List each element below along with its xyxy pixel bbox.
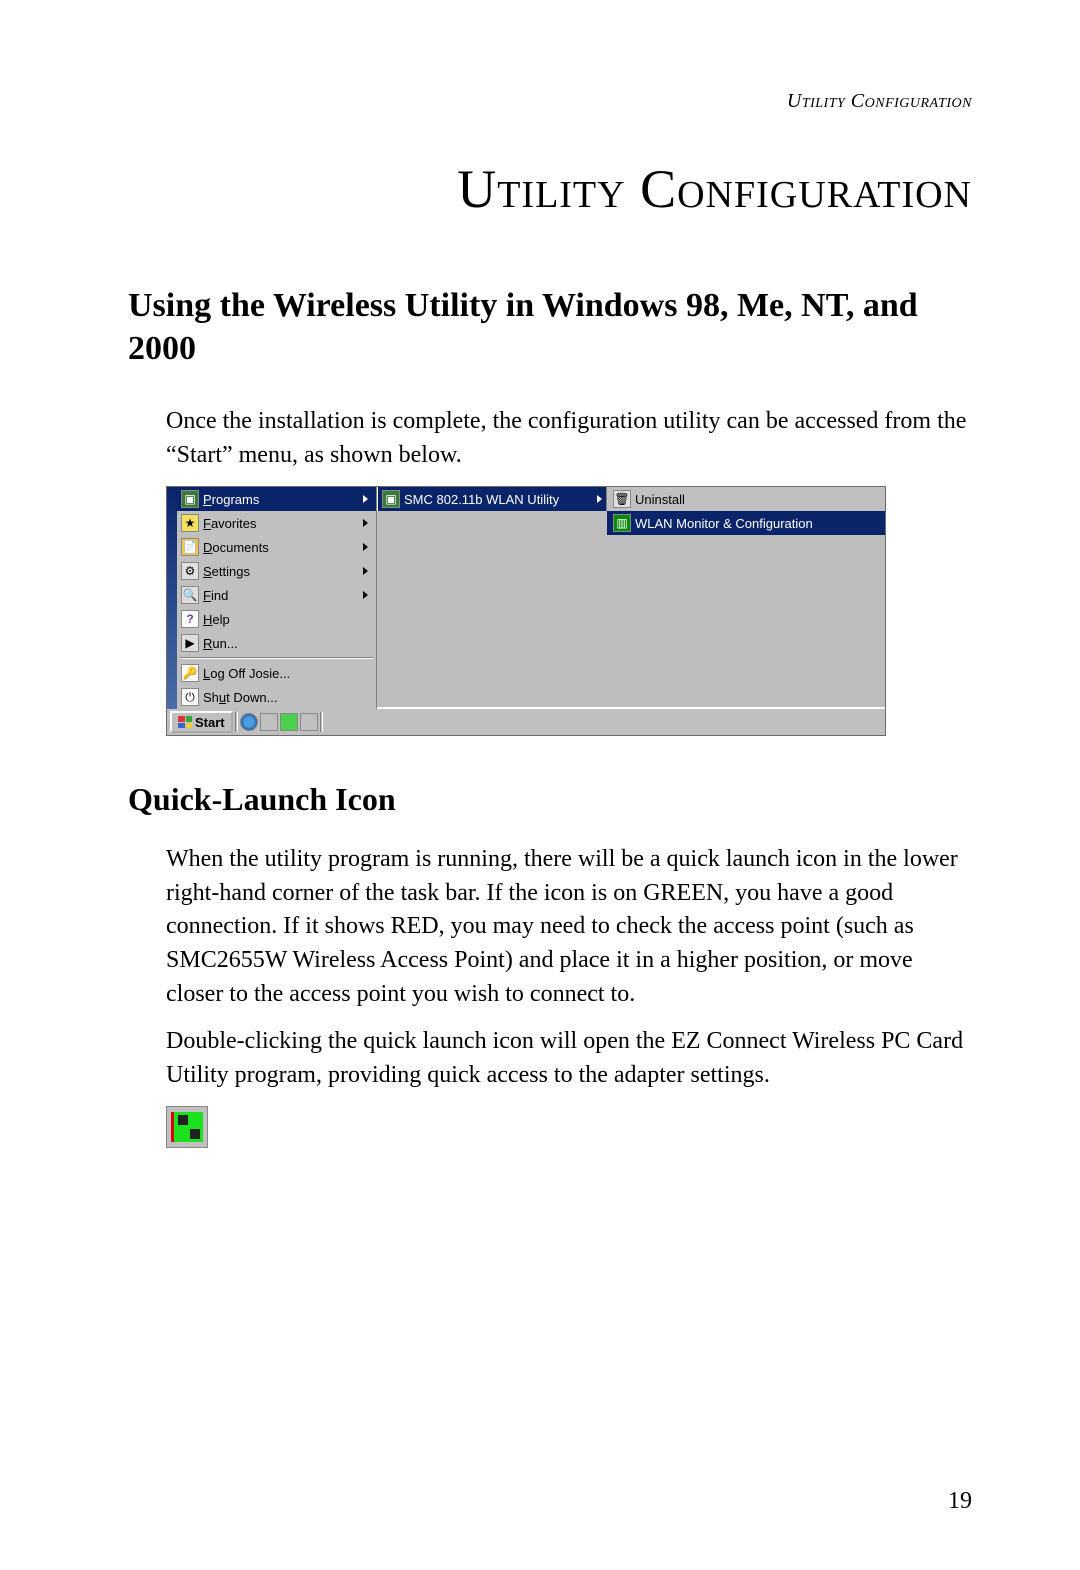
windows-flag-icon [178,716,192,728]
chevron-right-icon [363,495,368,503]
quicklaunch-desktop-icon[interactable] [260,713,278,731]
chevron-right-icon [363,567,368,575]
find-icon: 🔍 [181,586,199,604]
quicklaunch-volume-icon[interactable] [300,713,318,731]
documents-icon: 📄 [181,538,199,556]
start-button[interactable]: Start [170,711,233,733]
programs-submenu: ▣ SMC 802.11b WLAN Utility [377,487,607,511]
utility-submenu: 🗑 Uninstall ▥ WLAN Monitor & Configurati… [607,487,885,535]
label: rograms [212,492,260,507]
menu-item-help[interactable]: ? Help [177,607,376,631]
submenu-item-wlan-monitor[interactable]: ▥ WLAN Monitor & Configuration [607,511,885,535]
screenshot-start-menu: ▣ Programs ★ Favorites 📄 Documents [166,486,886,736]
chevron-right-icon [597,495,602,503]
folder-icon: ▣ [382,490,400,508]
running-header: Utility Configuration [128,90,972,113]
help-icon: ? [181,610,199,628]
wlan-tray-icon[interactable] [171,1112,203,1142]
chevron-right-icon [363,543,368,551]
para-intro: Once the installation is complete, the c… [166,405,972,472]
taskbar-separator [235,712,238,732]
tray-icon-figure [166,1106,208,1148]
menu-separator [180,657,373,659]
chapter-title: Utility Configuration [128,158,972,220]
quicklaunch-outlook-icon[interactable] [280,713,298,731]
section-heading-quicklaunch: Quick-Launch Icon [128,781,972,818]
taskbar: Start [167,707,885,735]
programs-icon: ▣ [181,490,199,508]
submenu-item-smc-utility[interactable]: ▣ SMC 802.11b WLAN Utility [378,487,606,511]
label: SMC 802.11b WLAN Utility [400,492,597,507]
submenu-item-uninstall[interactable]: 🗑 Uninstall [607,487,885,511]
page-number: 19 [948,1488,972,1515]
menu-item-logoff[interactable]: 🔑 Log Off Josie... [177,661,376,685]
para-ql-2: Double-clicking the quick launch icon wi… [166,1025,972,1092]
taskbar-separator [320,712,323,732]
menu-item-documents[interactable]: 📄 Documents [177,535,376,559]
monitor-icon: ▥ [613,514,631,532]
label: Uninstall [631,492,685,507]
uninstall-icon: 🗑 [613,490,631,508]
start-menu-column: ▣ Programs ★ Favorites 📄 Documents [167,487,377,709]
start-label: Start [195,715,225,730]
settings-icon: ⚙ [181,562,199,580]
para-ql-1: When the utility program is running, the… [166,843,972,1011]
chevron-right-icon [363,519,368,527]
section-heading-using: Using the Wireless Utility in Windows 98… [128,285,972,370]
favorites-icon: ★ [181,514,199,532]
menu-item-run[interactable]: ▶ Run... [177,631,376,655]
menu-item-settings[interactable]: ⚙ Settings [177,559,376,583]
shutdown-icon: ⏻ [181,688,199,706]
menu-item-find[interactable]: 🔍 Find [177,583,376,607]
run-icon: ▶ [181,634,199,652]
menu-item-shutdown[interactable]: ⏻ Shut Down... [177,685,376,709]
label: WLAN Monitor & Configuration [631,516,813,531]
logoff-icon: 🔑 [181,664,199,682]
quicklaunch-ie-icon[interactable] [240,713,258,731]
chevron-right-icon [363,591,368,599]
menu-item-favorites[interactable]: ★ Favorites [177,511,376,535]
menu-item-programs[interactable]: ▣ Programs [177,487,376,511]
